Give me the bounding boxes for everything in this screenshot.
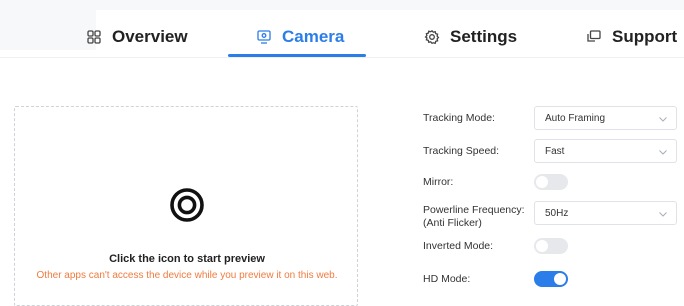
mirror-label: Mirror: [423, 176, 454, 188]
chevron-down-icon [659, 117, 667, 122]
mirror-toggle[interactable] [534, 174, 568, 190]
chat-icon [586, 29, 602, 45]
inverted-mode-toggle[interactable] [534, 238, 568, 254]
toggle-knob [536, 240, 548, 252]
tab-settings[interactable]: Settings [424, 22, 517, 52]
chevron-down-icon [659, 212, 667, 217]
grid-icon [86, 29, 102, 45]
toggle-knob [536, 176, 548, 188]
tab-bar: Overview Camera Settings Support [0, 0, 684, 60]
hd-mode-toggle[interactable] [534, 271, 568, 287]
camera-monitor-icon [256, 29, 272, 45]
tab-settings-label: Settings [450, 27, 518, 46]
tracking-mode-value: Auto Framing [545, 113, 606, 124]
gear-icon [424, 29, 440, 45]
tab-bar-corner [0, 10, 96, 50]
tracking-speed-label: Tracking Speed: [423, 145, 500, 157]
tab-bar-divider [0, 57, 684, 58]
tab-overview[interactable]: Overview [86, 22, 188, 52]
tracking-speed-value: Fast [545, 146, 565, 157]
powerline-frequency-select[interactable]: 50Hz [534, 201, 677, 225]
powerline-frequency-label-line2: (Anti Flicker) [423, 217, 482, 229]
powerline-frequency-label: Powerline Frequency: (Anti Flicker) [423, 204, 525, 230]
hd-mode-label: HD Mode: [423, 273, 471, 285]
record-icon[interactable] [169, 187, 205, 223]
tab-camera[interactable]: Camera [256, 22, 344, 52]
tab-support-label: Support [612, 27, 678, 46]
tracking-speed-select[interactable]: Fast [534, 139, 677, 163]
tab-camera-label: Camera [282, 27, 345, 46]
tab-bar-top-strip [0, 0, 684, 10]
active-tab-indicator [228, 54, 366, 57]
chevron-down-icon [659, 150, 667, 155]
camera-preview-area: Click the icon to start preview Other ap… [14, 106, 358, 306]
tracking-mode-label: Tracking Mode: [423, 112, 495, 124]
inverted-mode-label: Inverted Mode: [423, 240, 494, 252]
preview-warning: Other apps can't access the device while… [36, 270, 338, 281]
powerline-frequency-label-line1: Powerline Frequency: [423, 204, 525, 216]
tab-support[interactable]: Support [586, 22, 677, 52]
tracking-mode-select[interactable]: Auto Framing [534, 106, 677, 130]
preview-title: Click the icon to start preview [109, 253, 265, 265]
toggle-knob [554, 273, 566, 285]
tab-overview-label: Overview [112, 27, 188, 46]
powerline-frequency-value: 50Hz [545, 208, 569, 219]
